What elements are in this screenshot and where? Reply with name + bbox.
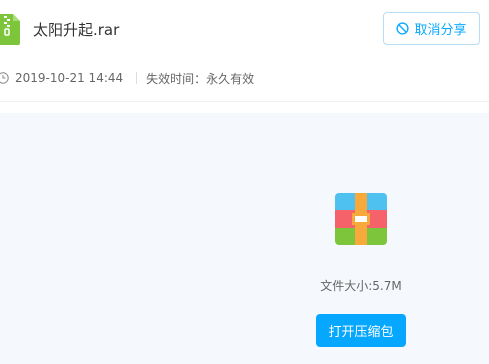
share-meta: 2019-10-21 14:44 失效时间：永久有效 <box>0 69 254 87</box>
clock-icon <box>0 72 9 84</box>
meta-divider <box>136 72 138 84</box>
cancel-share-label: 取消分享 <box>414 23 467 38</box>
ban-icon <box>396 22 410 35</box>
file-size: 文件大小:5.7M <box>320 279 402 293</box>
cancel-share-button[interactable]: 取消分享 <box>383 12 480 45</box>
header-divider <box>0 101 489 102</box>
expiry-text: 失效时间：永久有效 <box>146 71 255 86</box>
file-name: 太阳升起.rar <box>33 21 120 39</box>
zip-file-icon <box>0 14 20 45</box>
share-page: 太阳升起.rar 取消分享 2019-10-21 14:44 失效时间：永久有效 <box>0 0 489 364</box>
preview-area <box>0 113 489 364</box>
archive-icon <box>335 193 387 245</box>
open-archive-button[interactable]: 打开压缩包 <box>316 314 406 347</box>
created-time: 2019-10-21 14:44 <box>15 71 124 85</box>
